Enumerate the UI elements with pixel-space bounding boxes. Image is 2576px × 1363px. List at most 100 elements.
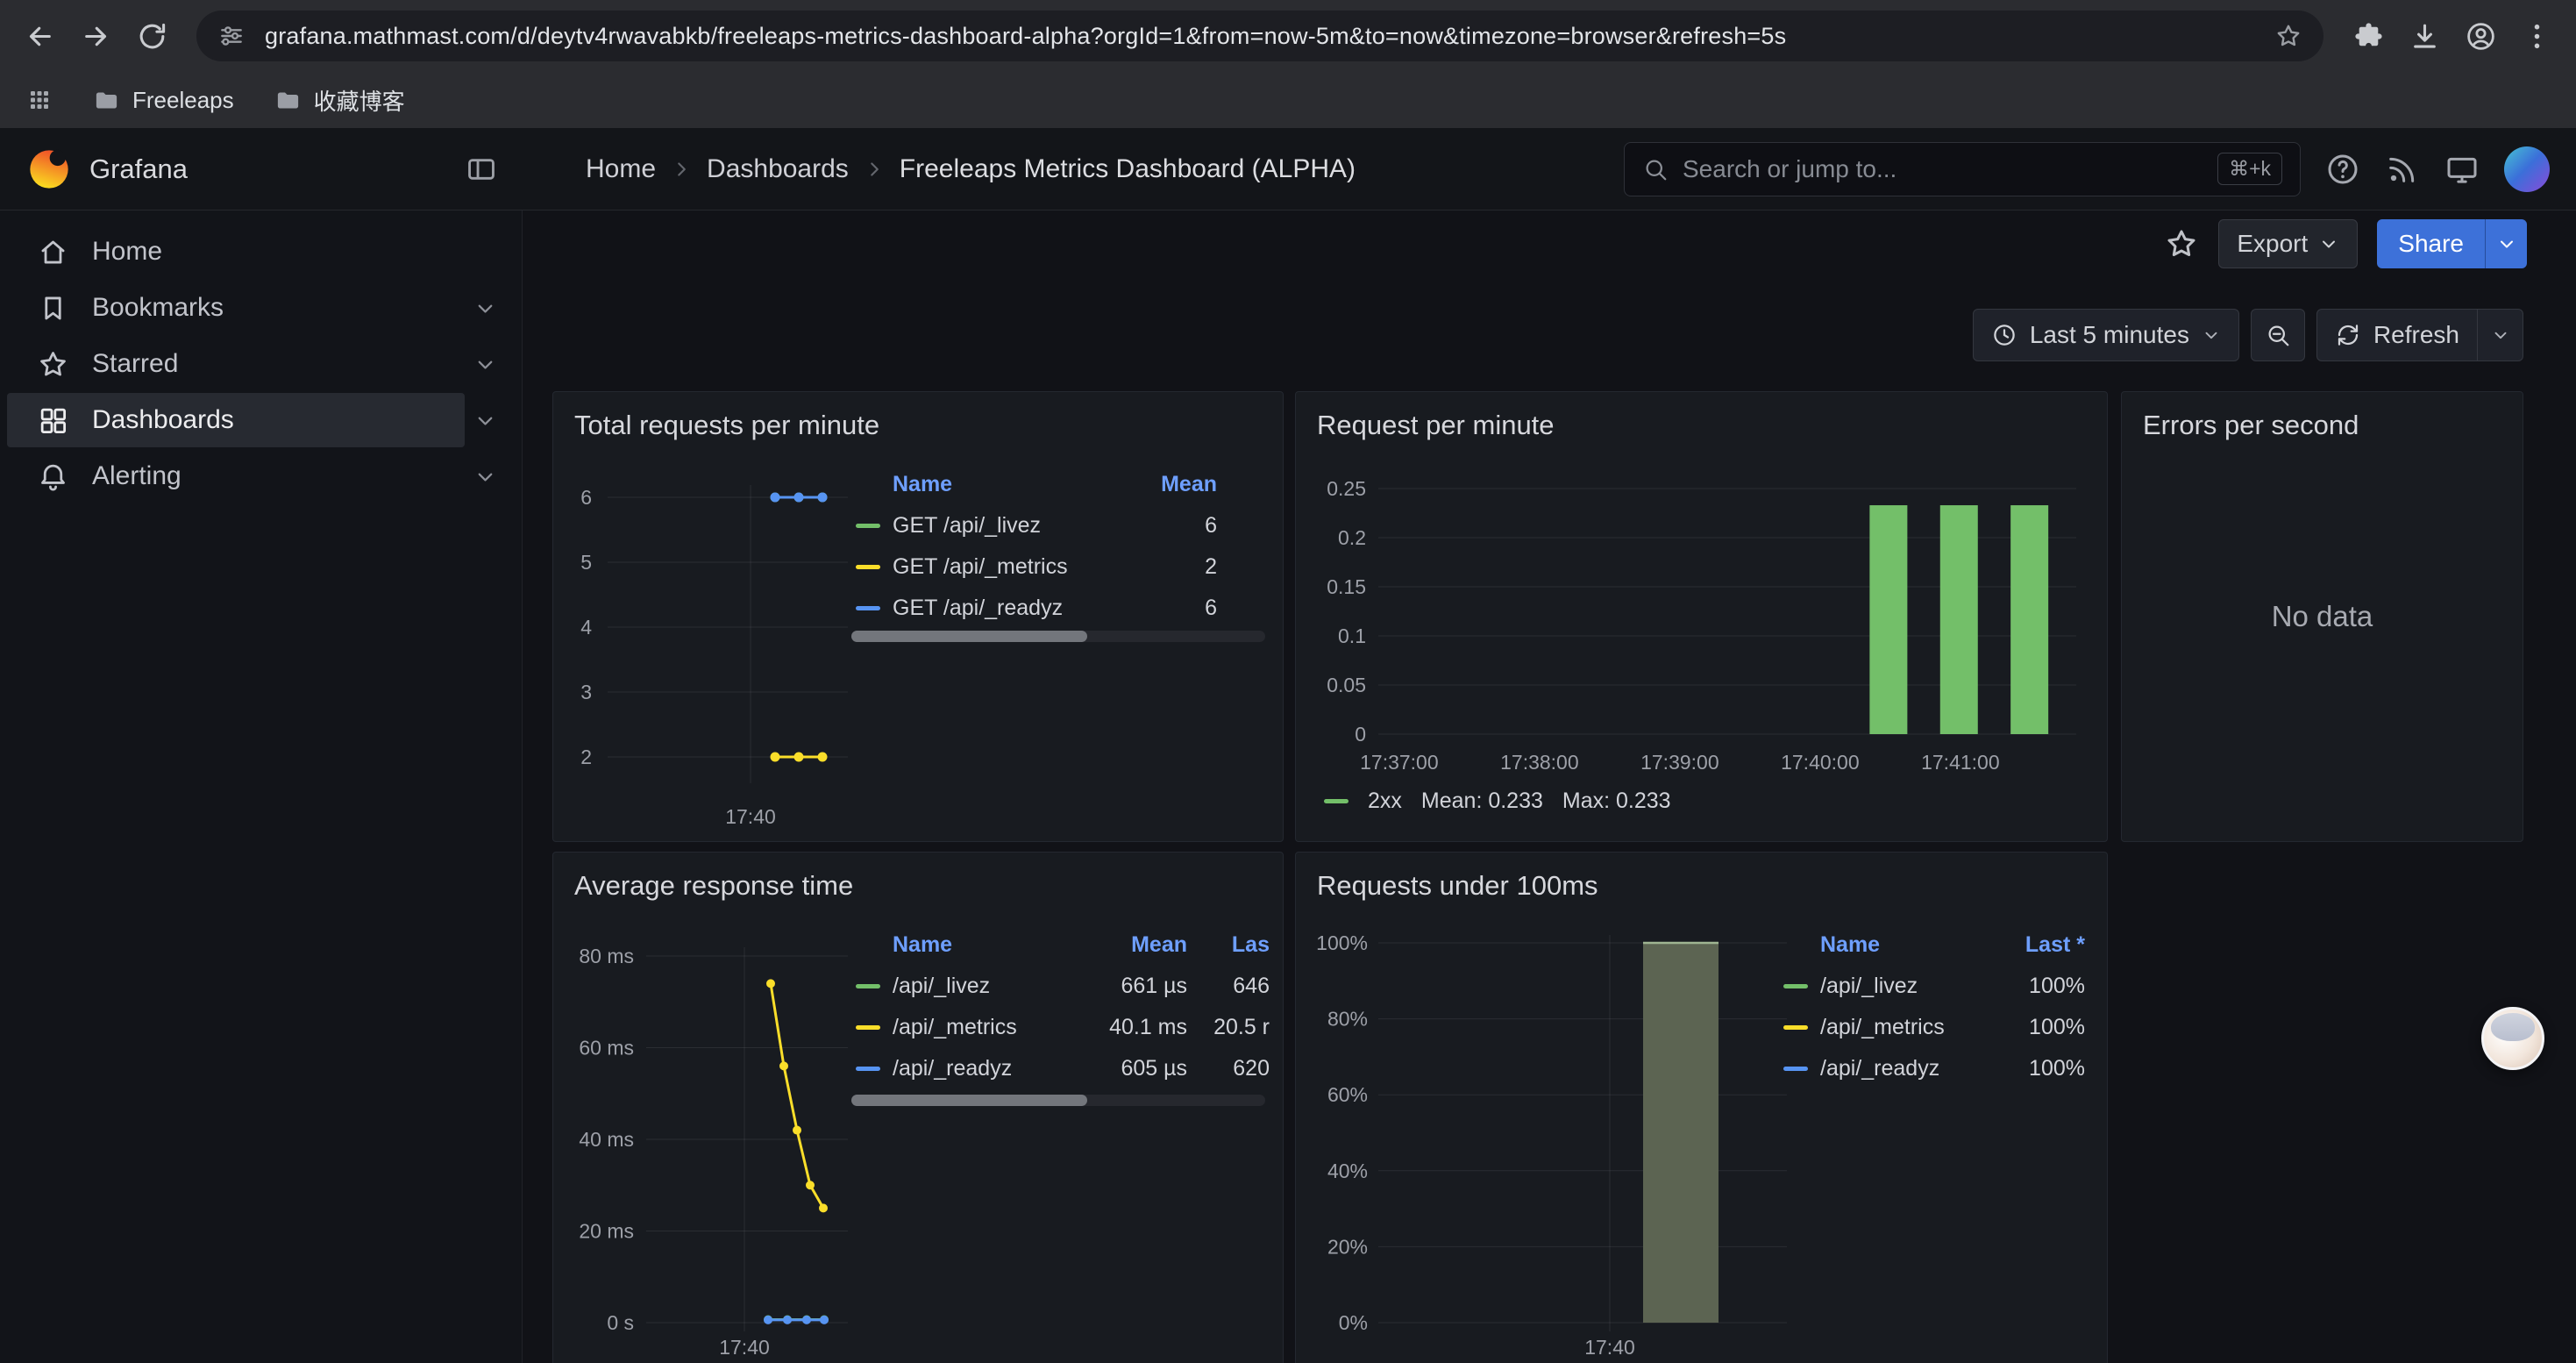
panel-title[interactable]: Requests under 100ms xyxy=(1317,870,1598,902)
sidebar-item-home[interactable]: Home xyxy=(7,225,506,279)
url-bar[interactable]: grafana.mathmast.com/d/deytv4rwavabkb/fr… xyxy=(196,11,2323,61)
panel-requests-under-100ms: Requests under 100ms 100%80%60%40%20%0%1… xyxy=(1295,852,2108,1363)
sidebar-item-starred[interactable]: Starred xyxy=(7,337,506,391)
favorite-dashboard-star-icon[interactable] xyxy=(2164,226,2199,261)
legend-row[interactable]: /api/_metrics 40.1 ms 20.5 r xyxy=(856,1007,1270,1048)
refresh-group: Refresh xyxy=(2316,309,2523,361)
chevron-down-icon[interactable] xyxy=(473,296,497,320)
panel-title[interactable]: Average response time xyxy=(574,870,853,902)
under-100ms-chart[interactable]: 100%80%60%40%20%0%17:40 xyxy=(1296,923,1796,1361)
forward-button[interactable] xyxy=(70,11,121,61)
legend-header-mean[interactable]: Mean xyxy=(1084,932,1187,958)
legend-header-name[interactable]: Name xyxy=(893,932,1071,958)
main-content: Export Share Last 5 minutes xyxy=(523,211,2576,1363)
legend-row[interactable]: /api/_readyz 605 µs 620 xyxy=(856,1048,1270,1089)
search-input[interactable] xyxy=(1683,155,2203,183)
news-rss-icon[interactable] xyxy=(2385,152,2420,187)
request-rate-chart[interactable]: 0.250.20.150.10.05017:37:0017:38:0017:39… xyxy=(1296,462,2103,831)
search-box[interactable]: ⌘+k xyxy=(1624,142,2301,196)
chevron-down-icon[interactable] xyxy=(473,465,497,489)
profile-button[interactable] xyxy=(2455,11,2506,61)
breadcrumb-home[interactable]: Home xyxy=(586,154,656,184)
sidebar-item-bookmarks[interactable]: Bookmarks xyxy=(7,281,506,335)
reload-button[interactable] xyxy=(126,11,177,61)
share-button[interactable]: Share xyxy=(2377,219,2485,268)
home-icon xyxy=(37,236,69,268)
downloads-button[interactable] xyxy=(2399,11,2450,61)
floating-assistant-avatar[interactable] xyxy=(2481,1007,2544,1070)
help-icon[interactable] xyxy=(2325,152,2360,187)
svg-text:20 ms: 20 ms xyxy=(579,1220,634,1243)
display-icon[interactable] xyxy=(2444,152,2480,187)
sidebar-item-alerting[interactable]: Alerting xyxy=(7,449,506,503)
refresh-interval-dropdown[interactable] xyxy=(2478,309,2523,361)
refresh-button[interactable]: Refresh xyxy=(2316,309,2478,361)
legend-row[interactable]: /api/_livez 100% xyxy=(1783,966,2085,1007)
folder-icon xyxy=(274,87,302,114)
grafana-app: Grafana Home Dashboards Freeleaps Metric… xyxy=(0,128,2576,1363)
legend-header-last[interactable]: Last * xyxy=(2004,932,2085,958)
scrollbar-thumb[interactable] xyxy=(851,1095,1087,1106)
legend-header-name[interactable]: Name xyxy=(1820,932,1992,958)
zoom-out-button[interactable] xyxy=(2251,309,2305,361)
topnav-right: ⌘+k xyxy=(1624,142,2576,196)
grafana-logo[interactable] xyxy=(26,146,72,192)
svg-text:0.1: 0.1 xyxy=(1338,624,1366,647)
export-button[interactable]: Export xyxy=(2218,219,2358,268)
scrollbar-thumb[interactable] xyxy=(851,631,1087,642)
chevron-down-icon xyxy=(2318,233,2339,254)
legend-row[interactable]: /api/_metrics 100% xyxy=(1783,1007,2085,1048)
zoom-out-icon xyxy=(2265,322,2291,348)
url-text[interactable]: grafana.mathmast.com/d/deytv4rwavabkb/fr… xyxy=(265,23,2255,50)
svg-text:100%: 100% xyxy=(1316,931,1368,954)
panel-title[interactable]: Total requests per minute xyxy=(574,410,879,441)
legend-scrollbar[interactable] xyxy=(851,1095,1265,1106)
svg-text:0.15: 0.15 xyxy=(1327,575,1366,598)
legend-inline[interactable]: 2xx Mean: 0.233 Max: 0.233 xyxy=(1324,789,1671,814)
svg-text:60 ms: 60 ms xyxy=(579,1037,634,1060)
bookmark-star-icon[interactable] xyxy=(2274,22,2302,50)
breadcrumb-dashboards[interactable]: Dashboards xyxy=(707,154,849,184)
svg-text:17:40: 17:40 xyxy=(719,1336,770,1359)
svg-text:40%: 40% xyxy=(1327,1160,1368,1182)
svg-text:6: 6 xyxy=(580,486,592,509)
total-requests-chart[interactable]: 6543217:40 xyxy=(553,462,860,842)
apps-grid-icon[interactable] xyxy=(26,87,53,113)
extensions-button[interactable] xyxy=(2343,11,2394,61)
legend-row[interactable]: /api/_livez 661 µs 646 xyxy=(856,966,1270,1007)
chevron-down-icon[interactable] xyxy=(473,409,497,432)
time-range-picker[interactable]: Last 5 minutes xyxy=(1973,309,2239,361)
svg-text:0: 0 xyxy=(1355,723,1366,746)
panel-title[interactable]: Request per minute xyxy=(1317,410,1555,441)
breadcrumb-current-page: Freeleaps Metrics Dashboard (ALPHA) xyxy=(900,154,1356,184)
site-settings-icon[interactable] xyxy=(217,22,246,50)
legend-row[interactable]: GET /api/_livez 6 xyxy=(856,505,1217,546)
browser-menu-button[interactable] xyxy=(2511,11,2562,61)
no-data-message: No data xyxy=(2122,392,2523,841)
series-swatch xyxy=(856,565,880,569)
bookmark-folder-freeleaps[interactable]: Freeleaps xyxy=(93,87,234,114)
dashboard-canvas: Last 5 minutes Refresh xyxy=(523,276,2576,1363)
back-button[interactable] xyxy=(14,11,65,61)
sidebar-item-dashboards[interactable]: Dashboards xyxy=(7,393,506,447)
chevron-down-icon[interactable] xyxy=(473,353,497,376)
breadcrumb: Home Dashboards Freeleaps Metrics Dashbo… xyxy=(523,154,1624,184)
avatar-hair-decoration xyxy=(2491,1013,2535,1041)
response-time-chart[interactable]: 80 ms60 ms40 ms20 ms0 s17:40 xyxy=(553,923,860,1361)
series-swatch xyxy=(1783,1025,1808,1030)
legend-row[interactable]: /api/_readyz 100% xyxy=(1783,1048,2085,1089)
legend-scrollbar[interactable] xyxy=(851,631,1265,642)
svg-text:80 ms: 80 ms xyxy=(579,945,634,967)
bookmark-label: Freeleaps xyxy=(132,87,234,114)
browser-toolbar: grafana.mathmast.com/d/deytv4rwavabkb/fr… xyxy=(0,0,2576,72)
sidebar-toggle-icon[interactable] xyxy=(465,153,498,186)
share-split-button: Share xyxy=(2377,219,2527,268)
share-dropdown-button[interactable] xyxy=(2485,219,2527,268)
legend-header-mean[interactable]: Mean xyxy=(1136,472,1217,497)
legend-row[interactable]: GET /api/_readyz 6 xyxy=(856,588,1217,629)
legend-header-name[interactable]: Name xyxy=(893,472,1124,497)
user-avatar[interactable] xyxy=(2504,146,2550,192)
legend-row[interactable]: GET /api/_metrics 2 xyxy=(856,546,1217,588)
legend-header-last[interactable]: Las xyxy=(1199,932,1270,958)
bookmark-folder-blogs[interactable]: 收藏博客 xyxy=(274,84,405,117)
